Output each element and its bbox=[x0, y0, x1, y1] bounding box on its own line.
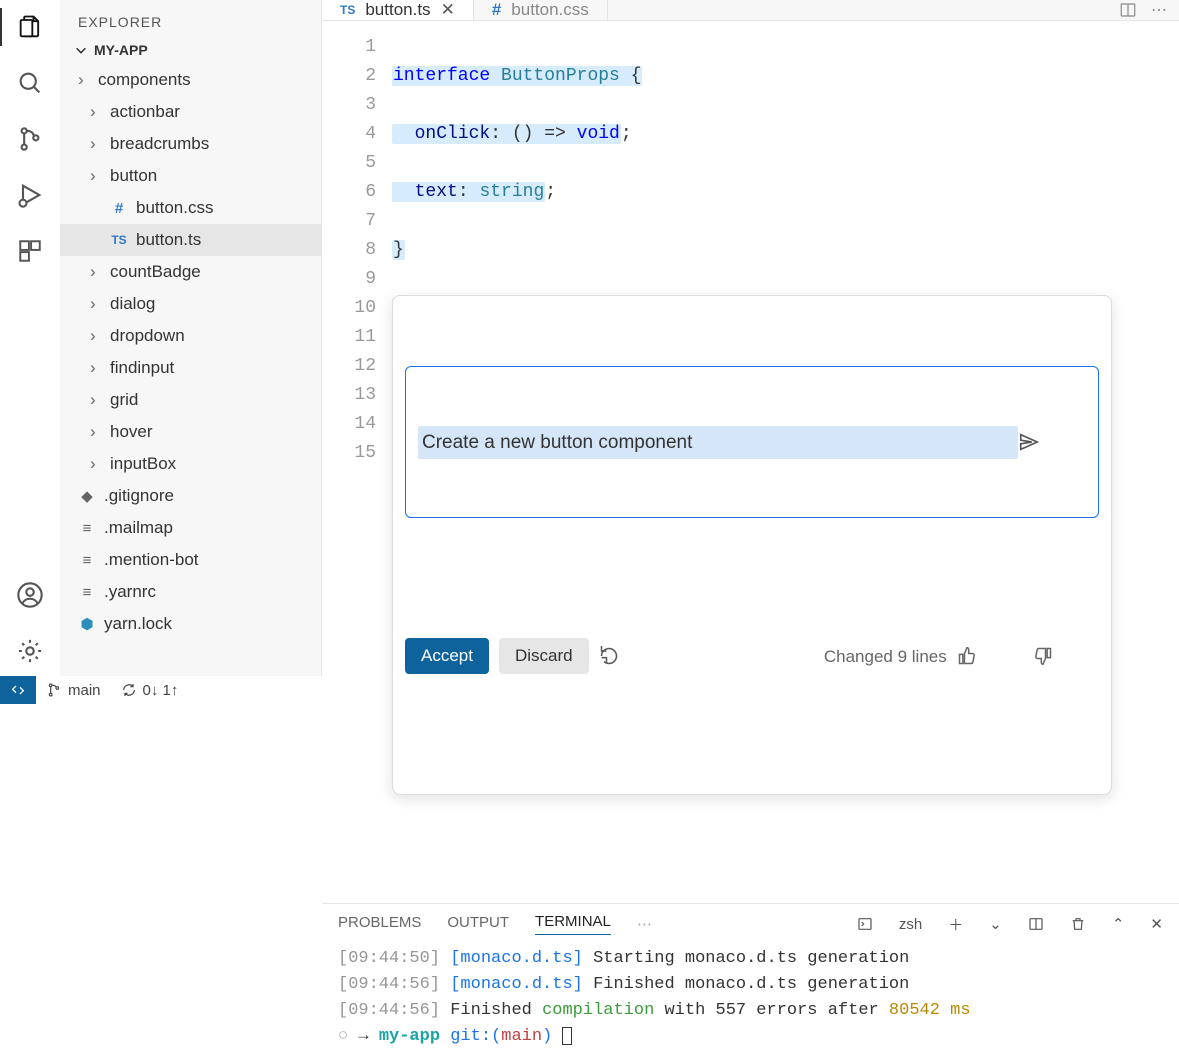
code-content[interactable]: interface ButtonProps { onClick: () => v… bbox=[392, 21, 1179, 903]
folder-grid[interactable]: ›grid bbox=[60, 384, 321, 416]
terminal-shell-label[interactable]: zsh bbox=[899, 916, 922, 933]
maximize-panel-icon[interactable]: ⌃ bbox=[1112, 915, 1125, 933]
file-button-ts[interactable]: TSbutton.ts bbox=[60, 224, 321, 256]
ai-prompt-input[interactable]: Create a new button component bbox=[405, 366, 1099, 518]
explorer-sidebar: EXPLORER MY-APP ›components ›actionbar ›… bbox=[60, 0, 322, 676]
accounts-icon[interactable] bbox=[15, 580, 45, 610]
css-file-icon: # bbox=[110, 200, 128, 217]
file-yarnrc[interactable]: ≡.yarnrc bbox=[60, 576, 321, 608]
split-editor-icon[interactable] bbox=[1119, 1, 1137, 19]
bottom-panel: PROBLEMS OUTPUT TERMINAL ⋯ zsh ＋ ⌄ ⌃ ✕ bbox=[322, 903, 1179, 1056]
tab-close-icon[interactable]: ✕ bbox=[441, 0, 455, 20]
gitignore-icon: ◆ bbox=[78, 487, 96, 505]
remote-indicator[interactable] bbox=[0, 676, 36, 704]
folder-actionbar[interactable]: ›actionbar bbox=[60, 96, 321, 128]
tab-label: button.css bbox=[511, 0, 589, 20]
folder-dropdown[interactable]: ›dropdown bbox=[60, 320, 321, 352]
folder-hover[interactable]: ›hover bbox=[60, 416, 321, 448]
folder-countbadge[interactable]: ›countBadge bbox=[60, 256, 321, 288]
folder-dialog[interactable]: ›dialog bbox=[60, 288, 321, 320]
panel-tabs: PROBLEMS OUTPUT TERMINAL ⋯ zsh ＋ ⌄ ⌃ ✕ bbox=[322, 904, 1179, 944]
activity-bar bbox=[0, 0, 60, 676]
tab-terminal[interactable]: TERMINAL bbox=[535, 913, 611, 935]
explorer-view-icon[interactable] bbox=[15, 12, 45, 42]
changed-lines-label: Changed 9 lines bbox=[824, 642, 947, 671]
text-editor[interactable]: 123456789101112131415 interface ButtonPr… bbox=[322, 21, 1179, 903]
discard-button[interactable]: Discard bbox=[499, 638, 589, 674]
file-button-css[interactable]: #button.css bbox=[60, 192, 321, 224]
css-file-icon: # bbox=[492, 0, 501, 20]
terminal-output[interactable]: [09:44:50] [monaco.d.ts] Starting monaco… bbox=[322, 944, 1179, 1056]
chevron-down-icon bbox=[74, 43, 88, 57]
text-file-icon: ≡ bbox=[78, 584, 96, 601]
accept-button[interactable]: Accept bbox=[405, 638, 489, 674]
file-mailmap[interactable]: ≡.mailmap bbox=[60, 512, 321, 544]
new-terminal-icon[interactable]: ＋ bbox=[948, 914, 963, 935]
folder-button[interactable]: ›button bbox=[60, 160, 321, 192]
kill-terminal-icon[interactable] bbox=[1070, 916, 1086, 932]
send-icon[interactable] bbox=[1018, 373, 1088, 511]
branch-name: main bbox=[68, 682, 101, 699]
file-yarnlock[interactable]: ⬢yarn.lock bbox=[60, 608, 321, 640]
file-gitignore[interactable]: ◆.gitignore bbox=[60, 480, 321, 512]
editor-tabs: TS button.ts ✕ # button.css ⋯ bbox=[322, 0, 1179, 21]
editor-area: TS button.ts ✕ # button.css ⋯ 1234567891… bbox=[322, 0, 1179, 676]
ts-file-icon: TS bbox=[340, 3, 355, 17]
ai-prompt-text: Create a new button component bbox=[418, 426, 1018, 459]
folder-breadcrumbs[interactable]: ›breadcrumbs bbox=[60, 128, 321, 160]
source-control-view-icon[interactable] bbox=[15, 124, 45, 154]
sync-counts: 0↓ 1↑ bbox=[143, 682, 179, 699]
folder-components[interactable]: ›components bbox=[60, 64, 321, 96]
ai-inline-widget: Create a new button component Accept Dis… bbox=[392, 295, 1112, 795]
file-mentionbot[interactable]: ≡.mention-bot bbox=[60, 544, 321, 576]
terminal-dropdown-icon[interactable]: ⌄ bbox=[989, 915, 1002, 933]
more-tabs-icon[interactable]: ⋯ bbox=[637, 915, 652, 933]
settings-gear-icon[interactable] bbox=[15, 636, 45, 666]
project-header[interactable]: MY-APP bbox=[60, 38, 321, 64]
split-terminal-icon[interactable] bbox=[1028, 916, 1044, 932]
ts-file-icon: TS bbox=[110, 233, 128, 247]
tab-button-ts[interactable]: TS button.ts ✕ bbox=[322, 0, 474, 20]
tab-button-css[interactable]: # button.css bbox=[474, 0, 608, 20]
run-debug-view-icon[interactable] bbox=[15, 180, 45, 210]
tab-problems[interactable]: PROBLEMS bbox=[338, 914, 421, 935]
terminal-cursor bbox=[562, 1027, 572, 1045]
extensions-view-icon[interactable] bbox=[15, 236, 45, 266]
tab-label: button.ts bbox=[365, 0, 430, 20]
status-branch[interactable]: main bbox=[36, 682, 111, 699]
text-file-icon: ≡ bbox=[78, 520, 96, 537]
terminal-shell-icon[interactable] bbox=[857, 916, 873, 932]
explorer-title: EXPLORER bbox=[60, 0, 321, 38]
file-tree: ›components ›actionbar ›breadcrumbs ›but… bbox=[60, 64, 321, 676]
folder-inputbox[interactable]: ›inputBox bbox=[60, 448, 321, 480]
text-file-icon: ≡ bbox=[78, 552, 96, 569]
line-numbers: 123456789101112131415 bbox=[322, 21, 392, 903]
close-panel-icon[interactable]: ✕ bbox=[1150, 915, 1163, 933]
folder-findinput[interactable]: ›findinput bbox=[60, 352, 321, 384]
project-name: MY-APP bbox=[94, 42, 148, 58]
more-actions-icon[interactable]: ⋯ bbox=[1151, 0, 1167, 20]
search-view-icon[interactable] bbox=[15, 68, 45, 98]
yarn-icon: ⬢ bbox=[78, 615, 96, 633]
status-sync[interactable]: 0↓ 1↑ bbox=[111, 682, 189, 699]
tab-output[interactable]: OUTPUT bbox=[447, 914, 509, 935]
